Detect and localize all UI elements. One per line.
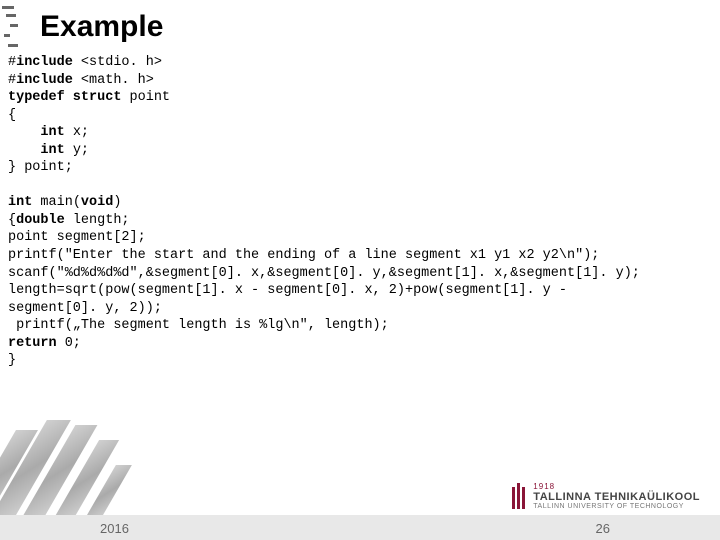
code-block: #include <stdio. h> #include <math. h> t…	[8, 54, 712, 370]
code-line: {	[8, 108, 16, 123]
code-line: {double length;	[8, 213, 130, 228]
code-line: int main(void)	[8, 195, 121, 210]
logo-name-primary: TALLINNA TEHNIKAÜLIKOOL	[533, 491, 700, 503]
code-line: } point;	[8, 160, 73, 175]
code-line: #include <stdio. h>	[8, 55, 162, 70]
code-line: segment[0]. y, 2));	[8, 301, 162, 316]
code-line: printf("Enter the start and the ending o…	[8, 248, 599, 263]
footer-year: 2016	[100, 521, 129, 536]
code-line: return 0;	[8, 336, 81, 351]
corner-decoration-top-left	[0, 0, 30, 60]
code-line: int x;	[8, 125, 89, 140]
code-line: length=sqrt(pow(segment[1]. x - segment[…	[8, 283, 567, 298]
code-line: typedef struct point	[8, 90, 170, 105]
slide-root: Example #include <stdio. h> #include <ma…	[0, 0, 720, 540]
logo-bars-icon	[512, 483, 525, 509]
logo-name-secondary: TALLINN UNIVERSITY OF TECHNOLOGY	[533, 503, 700, 510]
code-line: scanf("%d%d%d%d",&segment[0]. x,&segment…	[8, 266, 640, 281]
page-number: 26	[596, 521, 610, 536]
code-line: }	[8, 353, 16, 368]
code-line: point segment[2];	[8, 230, 146, 245]
university-logo: 1918 TALLINNA TEHNIKAÜLIKOOL TALLINN UNI…	[512, 482, 700, 510]
logo-founding-year: 1918	[533, 482, 700, 491]
code-line: printf(„The segment length is %lg\n", le…	[8, 318, 389, 333]
code-line: #include <math. h>	[8, 73, 154, 88]
slide-title: Example	[40, 10, 163, 44]
logo-text: 1918 TALLINNA TEHNIKAÜLIKOOL TALLINN UNI…	[533, 482, 700, 510]
corner-decoration-bottom-left	[0, 410, 130, 520]
code-line: int y;	[8, 143, 89, 158]
